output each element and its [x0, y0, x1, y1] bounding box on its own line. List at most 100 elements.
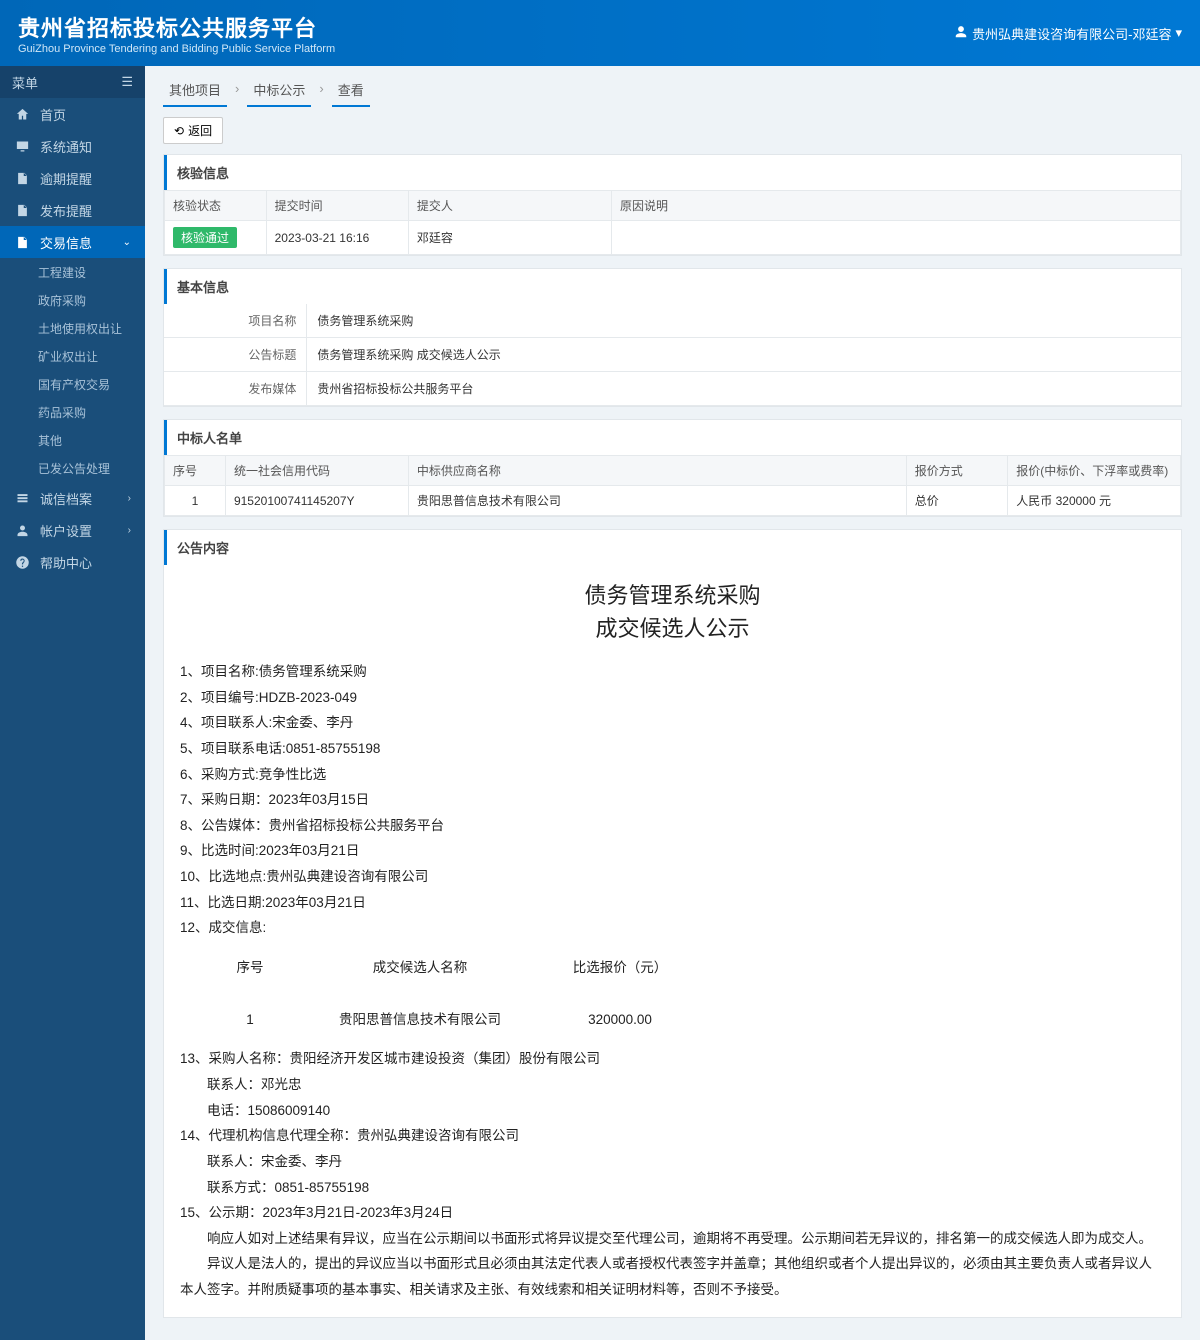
home-icon: [14, 106, 30, 122]
col: 成交候选人名称: [290, 951, 550, 985]
monitor-icon: [14, 138, 30, 154]
hamburger-icon[interactable]: ☰: [121, 74, 133, 90]
notice-line: 11、比选日期:2023年03月21日: [180, 890, 1165, 916]
table-row: 1贵阳思普信息技术有限公司320000.00: [210, 1003, 690, 1037]
notice-line: 9、比选时间:2023年03月21日: [180, 838, 1165, 864]
verify-title: 核验信息: [164, 155, 1181, 190]
sidebar-sub-2[interactable]: 土地使用权出让: [0, 314, 145, 342]
back-label: 返回: [188, 122, 212, 139]
sidebar-item-label: 发布提醒: [40, 201, 92, 220]
notice-line: 13、采购人名称：贵阳经济开发区城市建设投资（集团）股份有限公司: [180, 1046, 1165, 1072]
sidebar-sub-5[interactable]: 药品采购: [0, 398, 145, 426]
notice-line: 异议人是法人的，提出的异议应当以书面形式且必须由其法定代表人或者授权代表签字并盖…: [180, 1251, 1165, 1302]
notice-line: 响应人如对上述结果有异议，应当在公示期间以书面形式将异议提交至代理公司，逾期将不…: [180, 1226, 1165, 1252]
col: 核验状态: [165, 191, 267, 221]
col: 序号: [165, 456, 226, 486]
info-label: 公告标题: [164, 338, 306, 371]
winner-title: 中标人名单: [164, 420, 1181, 455]
chevron-down-icon: ▾: [1175, 25, 1182, 41]
user-icon: [14, 522, 30, 538]
notice-line: 6、采购方式:竞争性比选: [180, 762, 1165, 788]
col: 原因说明: [612, 191, 1181, 221]
info-label: 发布媒体: [164, 372, 306, 405]
notice-line: 联系方式：0851-85755198: [180, 1175, 1165, 1201]
notice-heading: 债务管理系统采购 成交候选人公示: [180, 579, 1165, 645]
doc-icon: [14, 234, 30, 250]
crumb-sep: ›: [319, 81, 323, 102]
candidate-table: 序号 成交候选人名称 比选报价（元） 1贵阳思普信息技术有限公司320000.0…: [210, 951, 690, 1036]
help-icon: [14, 554, 30, 570]
notice-line: 1、项目名称:债务管理系统采购: [180, 659, 1165, 685]
crumb-b[interactable]: 中标公示: [247, 76, 311, 107]
sidebar-item-label: 交易信息: [40, 233, 92, 252]
info-value: 债务管理系统采购 成交候选人公示: [306, 338, 1181, 371]
user-menu[interactable]: 贵州弘典建设咨询有限公司-邓廷容 ▾: [954, 24, 1182, 43]
notice-line: 2、项目编号:HDZB-2023-049: [180, 685, 1165, 711]
info-row: 发布媒体贵州省招标投标公共服务平台: [164, 372, 1181, 406]
sidebar-sub-1[interactable]: 政府采购: [0, 286, 145, 314]
sidebar-item-4[interactable]: 交易信息⌄: [0, 226, 145, 258]
notice-line: 14、代理机构信息代理全称：贵州弘典建设咨询有限公司: [180, 1123, 1165, 1149]
col: 提交时间: [266, 191, 408, 221]
col: 中标供应商名称: [408, 456, 906, 486]
crumb-a[interactable]: 其他项目: [163, 76, 227, 107]
basic-card: 基本信息 项目名称债务管理系统采购公告标题债务管理系统采购 成交候选人公示发布媒…: [163, 268, 1182, 407]
sidebar-sub-6[interactable]: 其他: [0, 426, 145, 454]
sidebar-item-5[interactable]: 诚信档案›: [0, 482, 145, 514]
info-row: 公告标题债务管理系统采购 成交候选人公示: [164, 338, 1181, 372]
sidebar-item-0[interactable]: 首页: [0, 98, 145, 130]
sidebar-item-2[interactable]: 逾期提醒: [0, 162, 145, 194]
user-icon: [954, 25, 968, 42]
notice-body: 债务管理系统采购 成交候选人公示 1、项目名称:债务管理系统采购2、项目编号:H…: [164, 565, 1181, 1317]
col: 报价(中标价、下浮率或费率): [1008, 456, 1181, 486]
menu-header: 菜单 ☰: [0, 66, 145, 98]
doc-icon: [14, 202, 30, 218]
winner-table: 序号 统一社会信用代码 中标供应商名称 报价方式 报价(中标价、下浮率或费率) …: [164, 455, 1181, 516]
sidebar-item-label: 首页: [40, 105, 66, 124]
notice-line: 联系人：邓光忠: [180, 1072, 1165, 1098]
sidebar-sub-3[interactable]: 矿业权出让: [0, 342, 145, 370]
table-row: 191520100741145207Y贵阳思普信息技术有限公司总价人民币 320…: [165, 486, 1181, 516]
cell: 邓廷容: [408, 221, 611, 255]
sidebar-item-label: 系统通知: [40, 137, 92, 156]
verify-table: 核验状态 提交时间 提交人 原因说明 核验通过 2023-03-21 16:16…: [164, 190, 1181, 255]
back-icon: ⟲: [174, 124, 184, 138]
sidebar-sub-0[interactable]: 工程建设: [0, 258, 145, 286]
main-content: 其他项目 › 中标公示 › 查看 ⟲ 返回 核验信息 核验状态 提交时间 提交人…: [145, 66, 1200, 1340]
verify-card: 核验信息 核验状态 提交时间 提交人 原因说明 核验通过 2023-03-21 …: [163, 154, 1182, 256]
sidebar-item-3[interactable]: 发布提醒: [0, 194, 145, 226]
col: 统一社会信用代码: [225, 456, 408, 486]
col: 报价方式: [906, 456, 1008, 486]
info-value: 贵州省招标投标公共服务平台: [306, 372, 1181, 405]
sidebar-item-label: 帮助中心: [40, 553, 92, 572]
user-label: 贵州弘典建设咨询有限公司-邓廷容: [972, 24, 1171, 43]
notice-line: 15、公示期：2023年3月21日-2023年3月24日: [180, 1200, 1165, 1226]
table-row: 核验通过 2023-03-21 16:16 邓廷容: [165, 221, 1181, 255]
notice-line: 8、公告媒体：贵州省招标投标公共服务平台: [180, 813, 1165, 839]
sidebar-item-1[interactable]: 系统通知: [0, 130, 145, 162]
sidebar-item-label: 帐户设置: [40, 521, 92, 540]
chevron-right-icon: ›: [128, 525, 131, 536]
col: 序号: [210, 951, 290, 985]
sidebar-sub-7[interactable]: 已发公告处理: [0, 454, 145, 482]
sidebar-item-6[interactable]: 帐户设置 ›: [0, 514, 145, 546]
site-subtitle: GuiZhou Province Tendering and Bidding P…: [18, 43, 335, 55]
notice-card: 公告内容 债务管理系统采购 成交候选人公示 1、项目名称:债务管理系统采购2、项…: [163, 529, 1182, 1318]
notice-line: 4、项目联系人:宋金委、李丹: [180, 710, 1165, 736]
menu-label: 菜单: [12, 73, 38, 92]
winner-card: 中标人名单 序号 统一社会信用代码 中标供应商名称 报价方式 报价(中标价、下浮…: [163, 419, 1182, 517]
col: 提交人: [408, 191, 611, 221]
sidebar-item-label: 诚信档案: [40, 489, 92, 508]
sidebar-sub-4[interactable]: 国有产权交易: [0, 370, 145, 398]
notice-line: 电话：15086009140: [180, 1098, 1165, 1124]
site-title: 贵州省招标投标公共服务平台: [18, 11, 335, 43]
col: 比选报价（元）: [550, 951, 690, 985]
notice-line: 5、项目联系电话:0851-85755198: [180, 736, 1165, 762]
sidebar: 菜单 ☰ 首页系统通知逾期提醒发布提醒交易信息⌄工程建设政府采购土地使用权出让矿…: [0, 66, 145, 1340]
back-button[interactable]: ⟲ 返回: [163, 117, 223, 144]
basic-title: 基本信息: [164, 269, 1181, 304]
logo: 贵州省招标投标公共服务平台 GuiZhou Province Tendering…: [18, 11, 335, 55]
crumb-c[interactable]: 查看: [332, 76, 370, 107]
sidebar-item-7[interactable]: 帮助中心: [0, 546, 145, 578]
cell: [612, 221, 1181, 255]
